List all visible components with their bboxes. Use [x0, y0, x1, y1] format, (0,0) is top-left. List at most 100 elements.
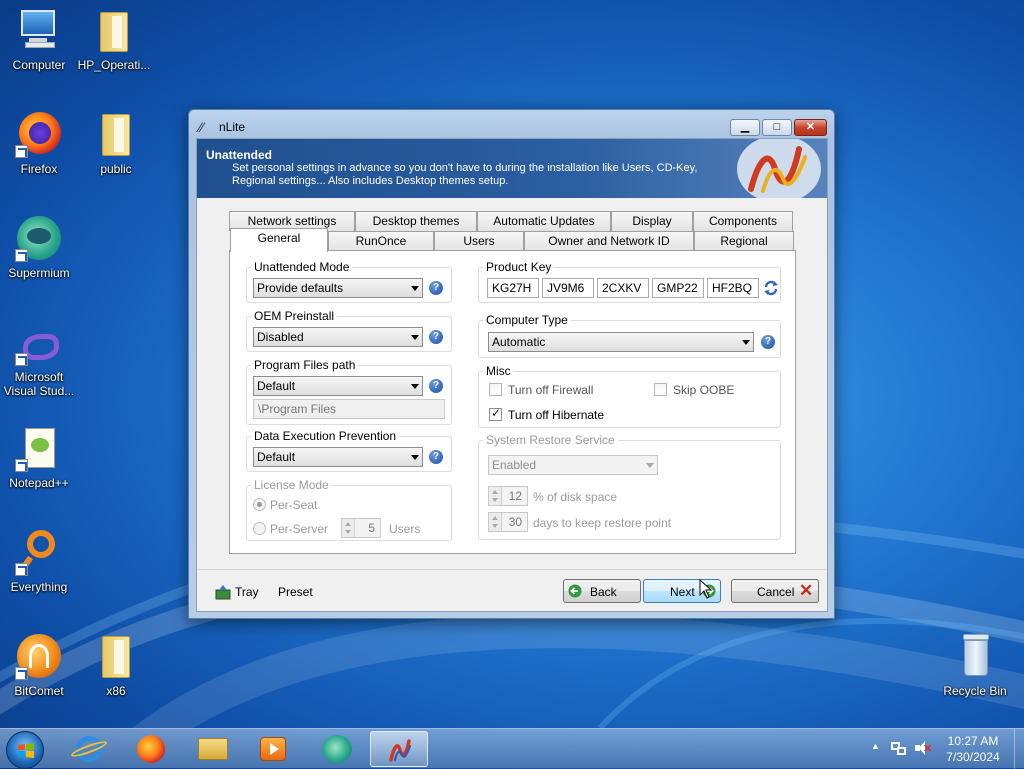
refresh-key-icon[interactable]	[763, 280, 779, 296]
product-key-part-3[interactable]: 2CXKV	[597, 278, 649, 298]
select-value: Default	[257, 379, 296, 393]
tab-display[interactable]: Display	[611, 211, 693, 231]
chevron-down-icon	[411, 335, 419, 340]
desktop-icon-visual-studio[interactable]: Microsoft Visual Stud...	[1, 330, 77, 398]
desktop-icon-everything[interactable]: Everything	[1, 528, 77, 594]
field-value: 2CXKV	[602, 281, 642, 295]
product-key-part-2[interactable]: JV9M6	[542, 278, 594, 298]
desktop-icon-label: x86	[106, 684, 126, 698]
product-key-part-4[interactable]: GMP22	[652, 278, 704, 298]
taskbar-nlite[interactable]	[370, 731, 428, 767]
minimize-icon: ▁	[740, 121, 750, 133]
desktop-icon-label: Supermium	[8, 266, 70, 280]
group-label: Unattended Mode	[251, 260, 353, 274]
taskbar-media-player[interactable]	[246, 731, 300, 767]
show-desktop-button[interactable]	[1014, 729, 1024, 769]
mouse-cursor-icon	[699, 579, 713, 599]
shortcut-arrow-icon	[15, 145, 28, 158]
tab-owner-network-id[interactable]: Owner and Network ID	[524, 231, 694, 251]
supermium-icon	[322, 735, 352, 763]
taskbar-explorer[interactable]	[186, 731, 240, 767]
per-server-radio[interactable]	[253, 522, 266, 535]
oem-preinstall-select[interactable]: Disabled	[253, 327, 423, 347]
disk-space-stepper[interactable]: 12	[488, 486, 528, 506]
bitcomet-icon	[15, 632, 63, 680]
tab-desktop-themes[interactable]: Desktop themes	[355, 211, 477, 231]
tab-label: RunOnce	[355, 234, 407, 248]
shortcut-arrow-icon	[15, 563, 28, 576]
help-icon[interactable]: ?	[429, 379, 443, 393]
help-icon[interactable]: ?	[429, 281, 443, 295]
tab-users[interactable]: Users	[434, 231, 524, 251]
help-icon[interactable]: ?	[761, 335, 775, 349]
users-count-stepper[interactable]: 5	[341, 518, 381, 538]
restore-days-stepper[interactable]: 30	[488, 512, 528, 532]
play-icon	[270, 743, 279, 755]
show-hidden-icons-icon[interactable]: ▲	[871, 741, 880, 751]
product-key-part-5[interactable]: HF2BQ	[707, 278, 759, 298]
per-seat-label: Per-Seat	[270, 498, 318, 512]
desktop-icon-x86-folder[interactable]: x86	[78, 632, 154, 698]
desktop-icon-firefox[interactable]: Firefox	[1, 110, 77, 176]
turn-off-hibernate-label: Turn off Hibernate	[508, 408, 605, 422]
folder-icon	[92, 110, 140, 158]
maximize-button[interactable]: □	[762, 119, 792, 136]
tab-label: Users	[463, 234, 495, 248]
field-value: JV9M6	[547, 281, 585, 295]
taskbar-supermium[interactable]	[310, 731, 364, 767]
turn-off-firewall-checkbox[interactable]	[489, 383, 502, 396]
preset-link[interactable]: Preset	[278, 585, 313, 599]
clock[interactable]: 10:27 AM 7/30/2024	[940, 734, 1006, 764]
desktop-icon-bitcomet[interactable]: BitComet	[1, 632, 77, 698]
product-key-part-1[interactable]: KG27H	[487, 278, 539, 298]
taskbar-firefox[interactable]	[124, 731, 178, 767]
back-button[interactable]: Back	[563, 579, 641, 603]
unattended-mode-select[interactable]: Provide defaults	[253, 278, 423, 298]
skip-oobe-checkbox[interactable]	[654, 383, 667, 396]
program-files-select[interactable]: Default	[253, 376, 423, 396]
back-arrow-icon	[568, 584, 582, 598]
group-label: Program Files path	[251, 358, 359, 372]
dep-select[interactable]: Default	[253, 447, 423, 467]
tab-components[interactable]: Components	[693, 211, 793, 231]
computer-type-group: Computer Type Automatic ?	[478, 313, 781, 358]
tray-button[interactable]: Tray	[215, 582, 261, 602]
tab-regional[interactable]: Regional	[694, 231, 794, 251]
per-seat-radio[interactable]	[253, 498, 266, 511]
help-icon[interactable]: ?	[429, 450, 443, 464]
shortcut-arrow-icon	[15, 667, 28, 680]
title-bar[interactable]: ⁄⁄ nLite ▁ □ ✕	[189, 110, 834, 140]
close-button[interactable]: ✕	[794, 119, 827, 136]
cancel-button[interactable]: Cancel ✕	[731, 579, 819, 603]
skip-oobe-label: Skip OOBE	[673, 383, 735, 397]
computer-type-select[interactable]: Automatic	[488, 332, 754, 352]
field-value: KG27H	[492, 281, 532, 295]
turn-off-hibernate-checkbox[interactable]	[489, 406, 502, 421]
desktop-icon-computer[interactable]: Computer	[1, 6, 77, 72]
help-icon[interactable]: ?	[429, 330, 443, 344]
desktop-icon-supermium[interactable]: Supermium	[1, 214, 77, 280]
desktop-icon-recycle-bin[interactable]: Recycle Bin	[937, 632, 1013, 698]
system-restore-select[interactable]: Enabled	[488, 455, 658, 475]
network-icon[interactable]	[891, 740, 907, 756]
tab-label: Components	[708, 214, 778, 228]
start-button[interactable]	[6, 731, 44, 769]
desktop-icon-hp-folder[interactable]: HP_Operati...	[76, 6, 152, 72]
tab-automatic-updates[interactable]: Automatic Updates	[477, 211, 611, 231]
taskbar-ie[interactable]	[62, 731, 116, 767]
close-icon: ✕	[805, 121, 816, 133]
tab-general[interactable]: General	[230, 228, 328, 252]
clock-time: 10:27 AM	[947, 734, 999, 748]
desktop-icon-label: Notepad++	[9, 476, 69, 490]
desktop-icon-notepadpp[interactable]: Notepad++	[1, 424, 77, 490]
nlite-taskbar-icon	[389, 739, 411, 762]
desktop-icon-label: Firefox	[20, 162, 58, 176]
visual-studio-icon	[15, 330, 63, 366]
minimize-button[interactable]: ▁	[730, 119, 760, 136]
field-value: \Program Files	[258, 402, 337, 416]
tab-runonce[interactable]: RunOnce	[328, 231, 434, 251]
volume-muted-icon[interactable]: ✕	[914, 740, 932, 756]
desktop-icon-public-folder[interactable]: public	[78, 110, 154, 176]
misc-group: Misc Turn off Firewall Skip OOBE Turn of…	[478, 364, 781, 428]
tray-icon	[215, 585, 231, 600]
